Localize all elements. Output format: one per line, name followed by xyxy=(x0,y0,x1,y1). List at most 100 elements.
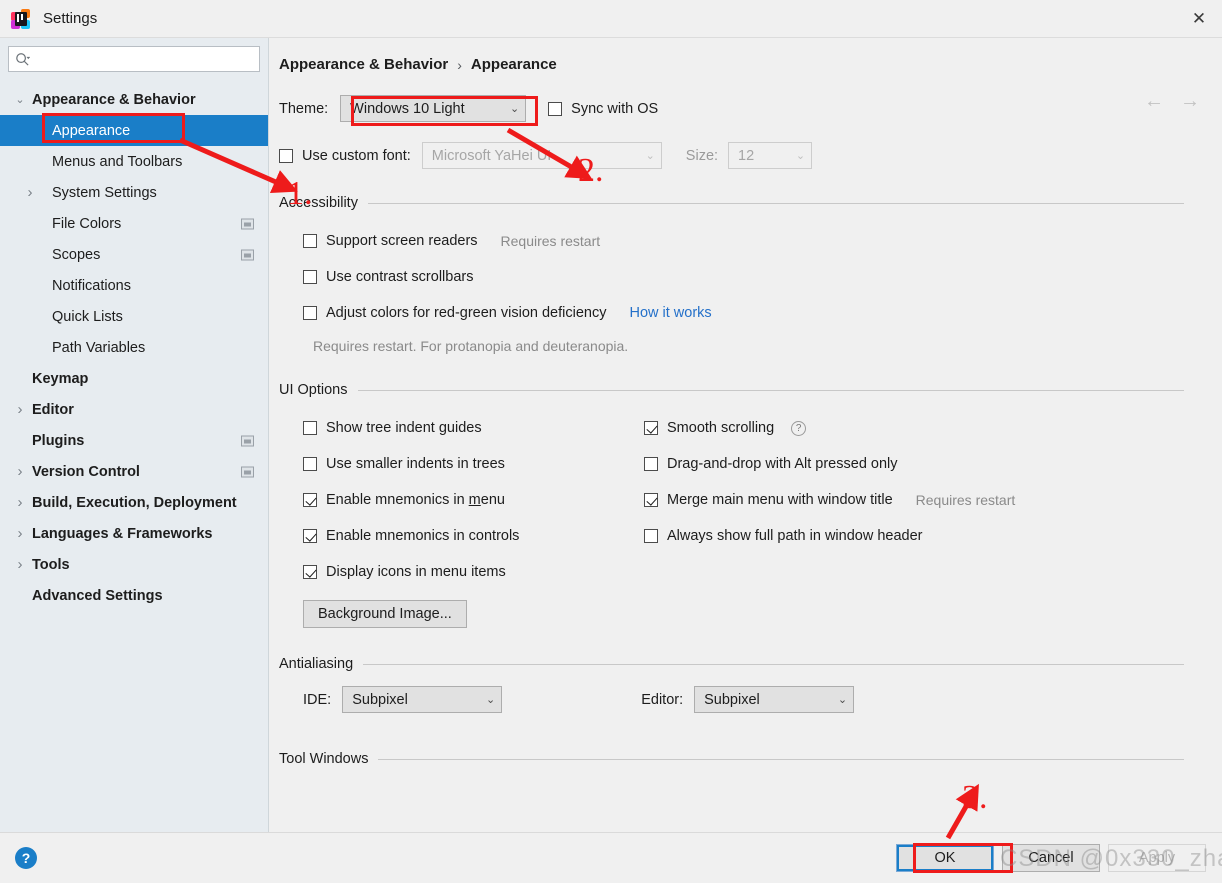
editor-antialiasing-label: Editor: xyxy=(641,691,684,708)
display-icons-in-menu-items-checkbox[interactable] xyxy=(303,565,317,579)
chevron-down-icon[interactable]: ⌄ xyxy=(12,93,28,106)
sidebar-item-keymap[interactable]: Keymap xyxy=(0,363,268,394)
smooth-scrolling-row[interactable]: Smooth scrolling? xyxy=(644,410,1222,446)
use-smaller-indents-in-trees-row[interactable]: Use smaller indents in trees xyxy=(269,446,644,482)
sidebar-item-plugins[interactable]: Plugins xyxy=(0,425,268,456)
sidebar-item-appearance[interactable]: Appearance xyxy=(0,115,268,146)
font-size-label: Size: xyxy=(685,147,719,164)
chevron-down-icon: ⌄ xyxy=(509,103,520,115)
smooth-scrolling-checkbox[interactable] xyxy=(644,421,658,435)
enable-mnemonics-in-controls-checkbox[interactable] xyxy=(303,529,317,543)
always-show-full-path-in-window-header-row[interactable]: Always show full path in window header xyxy=(644,518,1222,554)
breadcrumb-separator-icon: › xyxy=(457,56,462,73)
accessibility-section-header: Accessibility xyxy=(269,195,1222,211)
theme-label: Theme: xyxy=(279,100,329,117)
support-screen-readers-row[interactable]: Support screen readers Requires restart xyxy=(269,223,1222,259)
use-smaller-indents-in-trees-checkbox[interactable] xyxy=(303,457,317,471)
chevron-right-icon[interactable]: › xyxy=(22,184,38,201)
show-tree-indent-guides-row[interactable]: Show tree indent guides xyxy=(269,410,644,446)
sidebar-item-label: Scopes xyxy=(52,246,101,263)
help-icon[interactable]: ? xyxy=(15,847,37,869)
support-screen-readers-note: Requires restart xyxy=(500,233,601,249)
sidebar-item-tools[interactable]: › Tools xyxy=(0,549,268,580)
use-contrast-scrollbars-row[interactable]: Use contrast scrollbars xyxy=(269,259,1222,295)
always-show-full-path-in-window-header-checkbox[interactable] xyxy=(644,529,658,543)
support-screen-readers-checkbox[interactable] xyxy=(303,234,317,248)
sidebar-item-label: Version Control xyxy=(32,463,140,480)
breadcrumb-parent[interactable]: Appearance & Behavior xyxy=(279,56,448,73)
tool-windows-section-header: Tool Windows xyxy=(269,751,1222,767)
tool-windows-title: Tool Windows xyxy=(279,751,369,767)
accessibility-title: Accessibility xyxy=(279,195,358,211)
background-image-button[interactable]: Background Image... xyxy=(303,600,467,628)
settings-sidebar: ⌄ Appearance & Behavior Appearance Menus an… xyxy=(0,38,269,833)
sidebar-item-label: Advanced Settings xyxy=(32,587,163,604)
sync-with-os-row[interactable]: Sync with OS xyxy=(548,101,658,117)
smooth-scrolling-label: Smooth scrolling xyxy=(667,420,775,436)
project-scope-icon xyxy=(241,218,254,229)
ide-antialiasing-select[interactable]: Subpixel ⌄ xyxy=(342,686,503,713)
sidebar-item-quick-lists[interactable]: Quick Lists xyxy=(0,301,268,332)
enable-mnemonics-in-controls-row[interactable]: Enable mnemonics in controls xyxy=(269,518,644,554)
adjust-colors-for-red-green-vision-deficiency-row[interactable]: Adjust colors for red-green vision defic… xyxy=(269,295,1222,331)
editor-antialiasing-select[interactable]: Subpixel ⌄ xyxy=(694,686,855,713)
ok-button[interactable]: OK xyxy=(896,844,994,872)
settings-tree: ⌄ Appearance & Behavior Appearance Menus an… xyxy=(0,84,268,611)
chevron-right-icon[interactable]: › xyxy=(12,556,28,573)
search-input[interactable] xyxy=(34,50,253,68)
ui-options-title: UI Options xyxy=(279,382,348,398)
accessibility-options: Support screen readers Requires restart Us… xyxy=(269,223,1222,331)
sidebar-item-label: Editor xyxy=(32,401,74,418)
sidebar-item-file-colors[interactable]: File Colors xyxy=(0,208,268,239)
merge-main-menu-with-window-title-checkbox[interactable] xyxy=(644,493,658,507)
sync-with-os-checkbox[interactable] xyxy=(548,101,563,116)
search-container xyxy=(0,46,268,72)
sidebar-item-label: Quick Lists xyxy=(52,308,123,325)
chevron-right-icon[interactable]: › xyxy=(12,401,28,418)
enable-mnemonics-in-menu-row[interactable]: Enable mnemonics in menu xyxy=(269,482,644,518)
sidebar-item-system-settings[interactable]: › System Settings xyxy=(0,177,268,208)
display-icons-in-menu-items-label: Display icons in menu items xyxy=(326,564,506,580)
sidebar-item-menus-and-toolbars[interactable]: Menus and Toolbars xyxy=(0,146,268,177)
adjust-colors-for-red-green-vision-deficiency-link[interactable]: How it works xyxy=(629,305,711,321)
use-custom-font-checkbox[interactable] xyxy=(279,148,293,163)
cancel-button[interactable]: Cancel xyxy=(1002,844,1100,872)
theme-select[interactable]: Windows 10 Light ⌄ xyxy=(340,95,527,122)
sidebar-item-path-variables[interactable]: Path Variables xyxy=(0,332,268,363)
section-divider xyxy=(378,758,1184,760)
display-icons-in-menu-items-row[interactable]: Display icons in menu items xyxy=(269,554,644,590)
ide-antialiasing-label: IDE: xyxy=(303,691,332,708)
sidebar-item-build-execution-deployment[interactable]: › Build, Execution, Deployment xyxy=(0,487,268,518)
sidebar-item-version-control[interactable]: › Version Control xyxy=(0,456,268,487)
merge-main-menu-with-window-title-note: Requires restart xyxy=(915,492,1016,508)
adjust-colors-for-red-green-vision-deficiency-checkbox[interactable] xyxy=(303,306,317,320)
drag-and-drop-with-alt-pressed-only-checkbox[interactable] xyxy=(644,457,658,471)
antialiasing-row: IDE: Subpixel ⌄ Editor: Subpixel ⌄ xyxy=(269,686,1222,713)
show-tree-indent-guides-checkbox[interactable] xyxy=(303,421,317,435)
close-icon[interactable]: ✕ xyxy=(1176,0,1222,37)
antialiasing-title: Antialiasing xyxy=(279,656,354,672)
always-show-full-path-in-window-header-label: Always show full path in window header xyxy=(667,528,923,544)
chevron-right-icon[interactable]: › xyxy=(12,463,28,480)
back-arrow-icon[interactable]: ← xyxy=(1144,90,1164,113)
use-custom-font-row[interactable]: Use custom font: xyxy=(279,148,411,164)
enable-mnemonics-in-controls-label: Enable mnemonics in controls xyxy=(326,528,520,544)
merge-main-menu-with-window-title-row[interactable]: Merge main menu with window title Require… xyxy=(644,482,1222,518)
sidebar-item-editor[interactable]: › Editor xyxy=(0,394,268,425)
sidebar-item-scopes[interactable]: Scopes xyxy=(0,239,268,270)
use-contrast-scrollbars-checkbox[interactable] xyxy=(303,270,317,284)
help-icon[interactable]: ? xyxy=(791,420,807,436)
sidebar-item-advanced-settings[interactable]: Advanced Settings xyxy=(0,580,268,611)
section-divider xyxy=(363,663,1184,665)
search-box[interactable] xyxy=(8,46,260,72)
sidebar-item-appearance-behavior[interactable]: ⌄ Appearance & Behavior xyxy=(0,84,268,115)
sidebar-item-notifications[interactable]: Notifications xyxy=(0,270,268,301)
enable-mnemonics-in-menu-checkbox[interactable] xyxy=(303,493,317,507)
chevron-right-icon[interactable]: › xyxy=(12,525,28,542)
forward-arrow-icon[interactable]: → xyxy=(1180,90,1200,113)
settings-content: Appearance & Behavior › Appearance ← → T… xyxy=(269,38,1222,833)
ui-options-right-column: Smooth scrolling? Drag-and-drop with Alt … xyxy=(644,410,1222,590)
chevron-right-icon[interactable]: › xyxy=(12,494,28,511)
sidebar-item-languages-frameworks[interactable]: › Languages & Frameworks xyxy=(0,518,268,549)
drag-and-drop-with-alt-pressed-only-row[interactable]: Drag-and-drop with Alt pressed only xyxy=(644,446,1222,482)
